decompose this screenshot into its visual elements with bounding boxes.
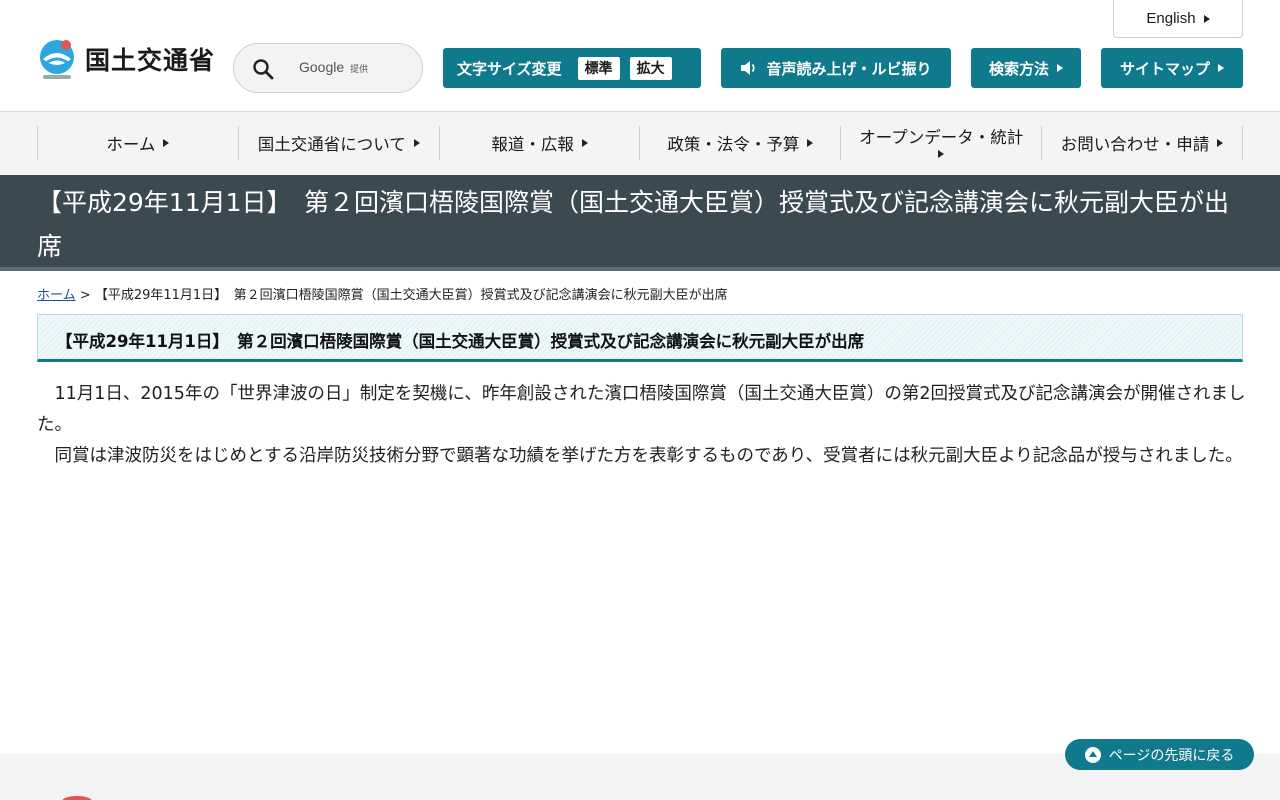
- search-provider: Google 提供: [299, 59, 368, 75]
- mlit-logo-icon: [40, 40, 74, 79]
- chevron-right-icon: [1057, 64, 1063, 72]
- font-size-control: 文字サイズ変更 標準 拡大: [443, 48, 701, 88]
- english-label: English: [1146, 10, 1196, 27]
- page-title-band: 【平成29年11月1日】 第２回濱口梧陵国際賞（国土交通大臣賞）授賞式及び記念講…: [0, 175, 1280, 271]
- font-size-standard-button[interactable]: 標準: [577, 56, 620, 80]
- search-provider-name: Google: [299, 59, 345, 75]
- site-header: 国土交通省 Google 提供 文字サイズ変更 標準 拡大 音声読み上げ・ルビ振り…: [0, 0, 1280, 112]
- nav-item-policy[interactable]: 政策・法令・予算: [640, 126, 842, 160]
- nav-item-label: オープンデータ・統計: [859, 127, 1024, 147]
- nav-item-about[interactable]: 国土交通省について: [239, 126, 440, 160]
- nav-item-label: 政策・法令・予算: [667, 135, 800, 154]
- voice-ruby-button[interactable]: 音声読み上げ・ルビ振り: [721, 48, 951, 88]
- font-size-large-button[interactable]: 拡大: [629, 56, 672, 80]
- nav-item-label: ホーム: [106, 135, 156, 154]
- breadcrumb: ホーム > 【平成29年11月1日】 第２回濱口梧陵国際賞（国土交通大臣賞）授賞…: [37, 284, 728, 303]
- search-method-button[interactable]: 検索方法: [971, 48, 1081, 88]
- breadcrumb-home-link[interactable]: ホーム: [37, 288, 76, 303]
- search-provider-suffix: 提供: [350, 65, 369, 75]
- site-name: 国土交通省: [85, 46, 216, 75]
- speaker-icon: [741, 61, 756, 75]
- nav-item-opendata[interactable]: オープンデータ・統計: [841, 126, 1043, 160]
- chevron-right-icon: [163, 139, 170, 147]
- nav-item-label: 国土交通省について: [257, 135, 406, 154]
- page-top-button[interactable]: ページの先頭に戻る: [1065, 739, 1254, 770]
- page-top-label: ページの先頭に戻る: [1108, 747, 1235, 764]
- nav-item-contact[interactable]: お問い合わせ・申請: [1042, 126, 1243, 160]
- footer-logo-icon: [62, 796, 92, 800]
- chevron-right-icon: [807, 139, 814, 147]
- sitemap-label: サイトマップ: [1119, 59, 1210, 78]
- nav-item-label: 報道・広報: [491, 135, 574, 154]
- chevron-right-icon: [1217, 139, 1224, 147]
- global-nav: ホーム 国土交通省について 報道・広報 政策・法令・予算 オープンデータ・統計 …: [0, 112, 1280, 175]
- search-icon[interactable]: [252, 58, 274, 80]
- nav-item-label: お問い合わせ・申請: [1060, 135, 1210, 154]
- font-size-label: 文字サイズ変更: [457, 59, 562, 78]
- sitemap-button[interactable]: サイトマップ: [1101, 48, 1243, 88]
- chevron-right-icon: [581, 139, 588, 147]
- article-heading-box: 【平成29年11月1日】 第２回濱口梧陵国際賞（国土交通大臣賞）授賞式及び記念講…: [37, 314, 1243, 362]
- chevron-right-icon: [1203, 14, 1210, 23]
- article-paragraph: 11月1日、2015年の「世界津波の日」制定を契機に、昨年創設された濱口梧陵国際…: [37, 384, 1246, 435]
- page-title: 【平成29年11月1日】 第２回濱口梧陵国際賞（国土交通大臣賞）授賞式及び記念講…: [37, 188, 1230, 261]
- search-method-label: 検索方法: [988, 59, 1049, 78]
- site-logo[interactable]: 国土交通省: [37, 37, 215, 81]
- voice-ruby-label: 音声読み上げ・ルビ振り: [766, 59, 932, 78]
- arrow-up-icon: [1084, 746, 1101, 763]
- chevron-right-icon: [413, 139, 420, 147]
- global-nav-list: ホーム 国土交通省について 報道・広報 政策・法令・予算 オープンデータ・統計 …: [37, 126, 1243, 160]
- chevron-right-icon: [938, 149, 945, 158]
- breadcrumb-separator: >: [79, 288, 91, 303]
- breadcrumb-current: 【平成29年11月1日】 第２回濱口梧陵国際賞（国土交通大臣賞）授賞式及び記念講…: [94, 288, 728, 303]
- chevron-right-icon: [1218, 64, 1224, 72]
- search-input[interactable]: Google 提供: [233, 43, 423, 93]
- english-link[interactable]: English: [1113, 0, 1243, 38]
- article-heading: 【平成29年11月1日】 第２回濱口梧陵国際賞（国土交通大臣賞）授賞式及び記念講…: [56, 332, 865, 351]
- nav-item-home[interactable]: ホーム: [38, 126, 239, 160]
- nav-item-press[interactable]: 報道・広報: [440, 126, 641, 160]
- article-body: 11月1日、2015年の「世界津波の日」制定を契機に、昨年創設された濱口梧陵国際…: [37, 379, 1247, 472]
- article-paragraph: 同賞は津波防災をはじめとする沿岸防災技術分野で顕著な功績を挙げた方を表彰するもの…: [54, 446, 1243, 466]
